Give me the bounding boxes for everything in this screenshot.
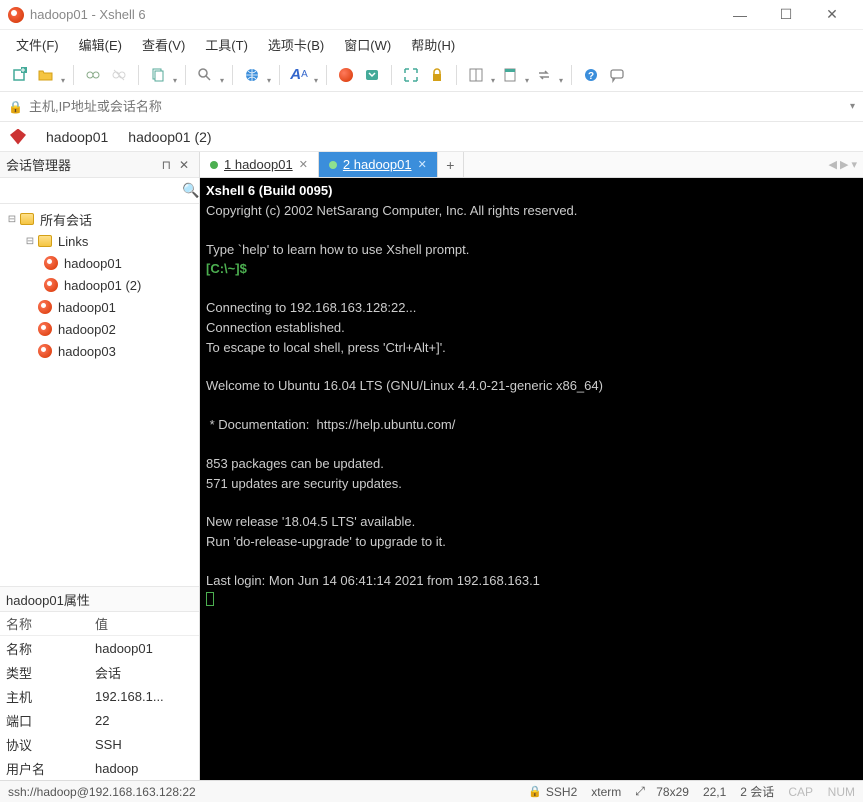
quick-session-1[interactable]: hadoop01 bbox=[46, 129, 108, 145]
new-tab-button[interactable]: + bbox=[438, 152, 464, 177]
app-icon bbox=[8, 7, 24, 23]
lock-icon[interactable] bbox=[425, 63, 449, 87]
props-row: 端口22 bbox=[0, 708, 199, 732]
chat-icon[interactable] bbox=[605, 63, 629, 87]
menu-edit[interactable]: 编辑(E) bbox=[71, 31, 130, 58]
copy-icon[interactable] bbox=[146, 63, 170, 87]
layout-icon[interactable] bbox=[464, 63, 488, 87]
address-bar: 🔒 ▾ bbox=[0, 92, 863, 122]
tab-nav[interactable]: ◀ ▶ ▾ bbox=[822, 152, 863, 177]
tree-root[interactable]: ⊟所有会话 bbox=[0, 208, 199, 230]
disconnect-icon[interactable] bbox=[107, 63, 131, 87]
props-header-value: 值 bbox=[95, 614, 199, 633]
tree-session-item[interactable]: hadoop01 (2) bbox=[0, 274, 199, 296]
session-manager-title: 会话管理器 bbox=[6, 155, 71, 174]
menu-tools[interactable]: 工具(T) bbox=[197, 31, 256, 58]
properties-table: 名称值 名称hadoop01 类型会话 主机192.168.1... 端口22 … bbox=[0, 612, 199, 780]
session-search-input[interactable] bbox=[6, 183, 182, 198]
tab-close-icon[interactable]: ✕ bbox=[418, 158, 427, 171]
toolbar: AA ? bbox=[0, 58, 863, 92]
session-icon bbox=[44, 278, 58, 292]
globe-icon[interactable] bbox=[240, 63, 264, 87]
lock-small-icon: 🔒 bbox=[8, 100, 23, 114]
tab-close-icon[interactable]: ✕ bbox=[299, 158, 308, 171]
props-row: 类型会话 bbox=[0, 660, 199, 684]
folder-icon bbox=[20, 213, 34, 225]
props-row: 用户名hadoop bbox=[0, 756, 199, 780]
status-position: 22,1 bbox=[703, 785, 726, 799]
session-search: 🔍 bbox=[0, 178, 199, 204]
address-input[interactable] bbox=[29, 99, 844, 114]
xftp-icon[interactable] bbox=[360, 63, 384, 87]
folder-icon bbox=[38, 235, 52, 247]
status-terminal-type: xterm bbox=[591, 785, 621, 799]
tree-session-item[interactable]: hadoop01 bbox=[0, 252, 199, 274]
help-icon[interactable]: ? bbox=[579, 63, 603, 87]
session-manager-header: 会话管理器 ⊓ ✕ bbox=[0, 152, 199, 178]
menu-help[interactable]: 帮助(H) bbox=[403, 31, 463, 58]
resize-icon: ⤢ bbox=[635, 784, 645, 799]
status-connection: ssh://hadoop@192.168.163.128:22 bbox=[8, 785, 196, 799]
terminal-tabstrip: 1 hadoop01 ✕ 2 hadoop01 ✕ + ◀ ▶ ▾ bbox=[200, 152, 863, 178]
terminal-cursor bbox=[206, 592, 214, 606]
font-icon[interactable]: AA bbox=[287, 63, 311, 87]
tree-links-folder[interactable]: ⊟Links bbox=[0, 230, 199, 252]
menu-window[interactable]: 窗口(W) bbox=[336, 31, 399, 58]
menu-view[interactable]: 查看(V) bbox=[134, 31, 193, 58]
tree-session-item[interactable]: hadoop01 bbox=[0, 296, 199, 318]
xshell-icon[interactable] bbox=[334, 63, 358, 87]
window-title: hadoop01 - Xshell 6 bbox=[30, 7, 717, 22]
session-icon bbox=[38, 322, 52, 336]
quick-session-2[interactable]: hadoop01 (2) bbox=[128, 129, 211, 145]
terminal-tab-2[interactable]: 2 hadoop01 ✕ bbox=[319, 152, 438, 177]
panel-close-icon[interactable]: ✕ bbox=[175, 158, 193, 172]
reconnect-icon[interactable] bbox=[81, 63, 105, 87]
status-size: 78x29 bbox=[656, 785, 689, 799]
session-icon bbox=[44, 256, 58, 270]
session-icon bbox=[38, 300, 52, 314]
maximize-button[interactable]: ☐ bbox=[763, 0, 809, 30]
status-num: NUM bbox=[828, 785, 855, 799]
fullscreen-icon[interactable] bbox=[399, 63, 423, 87]
panel-pin-icon[interactable]: ⊓ bbox=[158, 158, 175, 172]
menu-file[interactable]: 文件(F) bbox=[8, 31, 67, 58]
minimize-button[interactable]: — bbox=[717, 0, 763, 30]
session-quickbar: hadoop01 hadoop01 (2) bbox=[0, 122, 863, 152]
right-panel: 1 hadoop01 ✕ 2 hadoop01 ✕ + ◀ ▶ ▾ Xshell… bbox=[200, 152, 863, 780]
svg-text:?: ? bbox=[588, 71, 594, 82]
status-bar: ssh://hadoop@192.168.163.128:22 🔒 SSH2 xt… bbox=[0, 780, 863, 802]
open-icon[interactable] bbox=[34, 63, 58, 87]
search-icon[interactable]: 🔍 bbox=[182, 182, 199, 199]
session-icon bbox=[38, 344, 52, 358]
menu-tabs[interactable]: 选项卡(B) bbox=[260, 31, 332, 58]
left-panel: 会话管理器 ⊓ ✕ 🔍 ⊟所有会话 ⊟Links hadoop01 hadoop… bbox=[0, 152, 200, 780]
status-protocol: SSH2 bbox=[546, 785, 577, 799]
tree-session-item[interactable]: hadoop03 bbox=[0, 340, 199, 362]
menubar: 文件(F) 编辑(E) 查看(V) 工具(T) 选项卡(B) 窗口(W) 帮助(… bbox=[0, 30, 863, 58]
status-sessions: 2 会话 bbox=[740, 783, 774, 800]
props-row: 主机192.168.1... bbox=[0, 684, 199, 708]
props-row: 协议SSH bbox=[0, 732, 199, 756]
titlebar: hadoop01 - Xshell 6 — ☐ ✕ bbox=[0, 0, 863, 30]
search-icon[interactable] bbox=[193, 63, 217, 87]
terminal-output[interactable]: Xshell 6 (Build 0095) Copyright (c) 2002… bbox=[200, 178, 863, 780]
lock-icon: 🔒 bbox=[528, 785, 542, 798]
status-dot-icon bbox=[210, 161, 218, 169]
address-dropdown-icon[interactable]: ▾ bbox=[850, 101, 855, 112]
props-header-name: 名称 bbox=[0, 614, 95, 633]
session-tree: ⊟所有会话 ⊟Links hadoop01 hadoop01 (2) hadoo… bbox=[0, 204, 199, 586]
pin-icon[interactable] bbox=[10, 129, 26, 145]
script-icon[interactable] bbox=[498, 63, 522, 87]
new-session-icon[interactable] bbox=[8, 63, 32, 87]
props-row: 名称hadoop01 bbox=[0, 636, 199, 660]
transfer-icon[interactable] bbox=[532, 63, 556, 87]
status-caps: CAP bbox=[788, 785, 813, 799]
terminal-tab-1[interactable]: 1 hadoop01 ✕ bbox=[200, 152, 319, 177]
properties-title: hadoop01属性 bbox=[0, 586, 199, 612]
status-dot-icon bbox=[329, 161, 337, 169]
tree-session-item[interactable]: hadoop02 bbox=[0, 318, 199, 340]
close-button[interactable]: ✕ bbox=[809, 0, 855, 30]
